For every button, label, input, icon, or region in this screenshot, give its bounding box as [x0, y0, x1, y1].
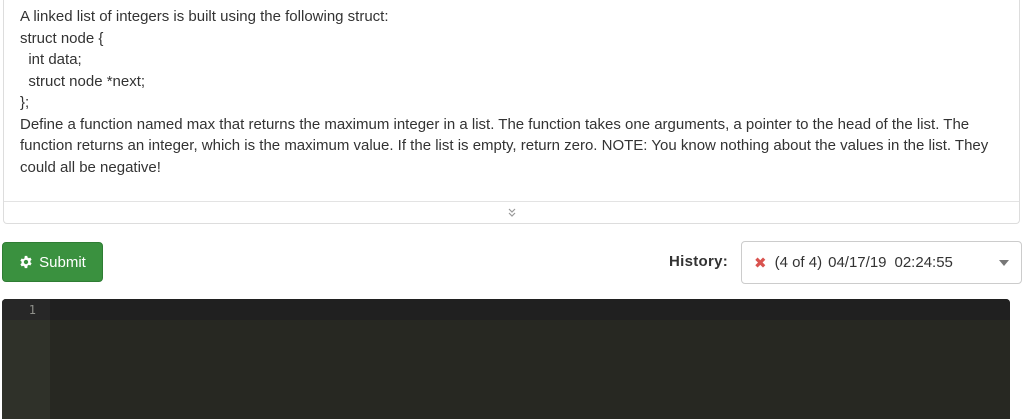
caret-down-icon: [999, 260, 1009, 266]
submit-button[interactable]: Submit: [2, 242, 103, 282]
code-editor[interactable]: 1: [2, 299, 1010, 419]
gear-icon: [20, 255, 32, 269]
code-line: struct node *next;: [20, 72, 146, 90]
code-line: struct node {: [20, 29, 104, 47]
problem-description: Define a function named max that returns…: [20, 115, 989, 176]
history-dropdown[interactable]: ✖ (4 of 4) 04/17/19 02:24:55: [741, 241, 1022, 284]
code-line: int data;: [20, 51, 82, 68]
editor-gutter: 1: [2, 299, 50, 419]
problem-panel: A linked list of integers is built using…: [3, 0, 1020, 224]
history-label: History:: [669, 253, 729, 270]
problem-statement: A linked list of integers is built using…: [20, 6, 999, 178]
code-line: };: [20, 94, 30, 111]
history-count: (4 of 4): [774, 254, 823, 271]
history-time: 02:24:55: [894, 254, 953, 271]
code-input-area[interactable]: [50, 299, 1010, 419]
line-number: 1: [28, 303, 36, 317]
submit-label: Submit: [39, 253, 86, 271]
expand-toggle[interactable]: [4, 201, 1019, 224]
double-chevron-down-icon: [508, 208, 515, 217]
gutter-active-line: [2, 299, 50, 320]
problem-line: A linked list of integers is built using…: [20, 8, 389, 25]
x-icon: ✖: [754, 254, 767, 272]
history-date: 04/17/19: [828, 254, 887, 271]
